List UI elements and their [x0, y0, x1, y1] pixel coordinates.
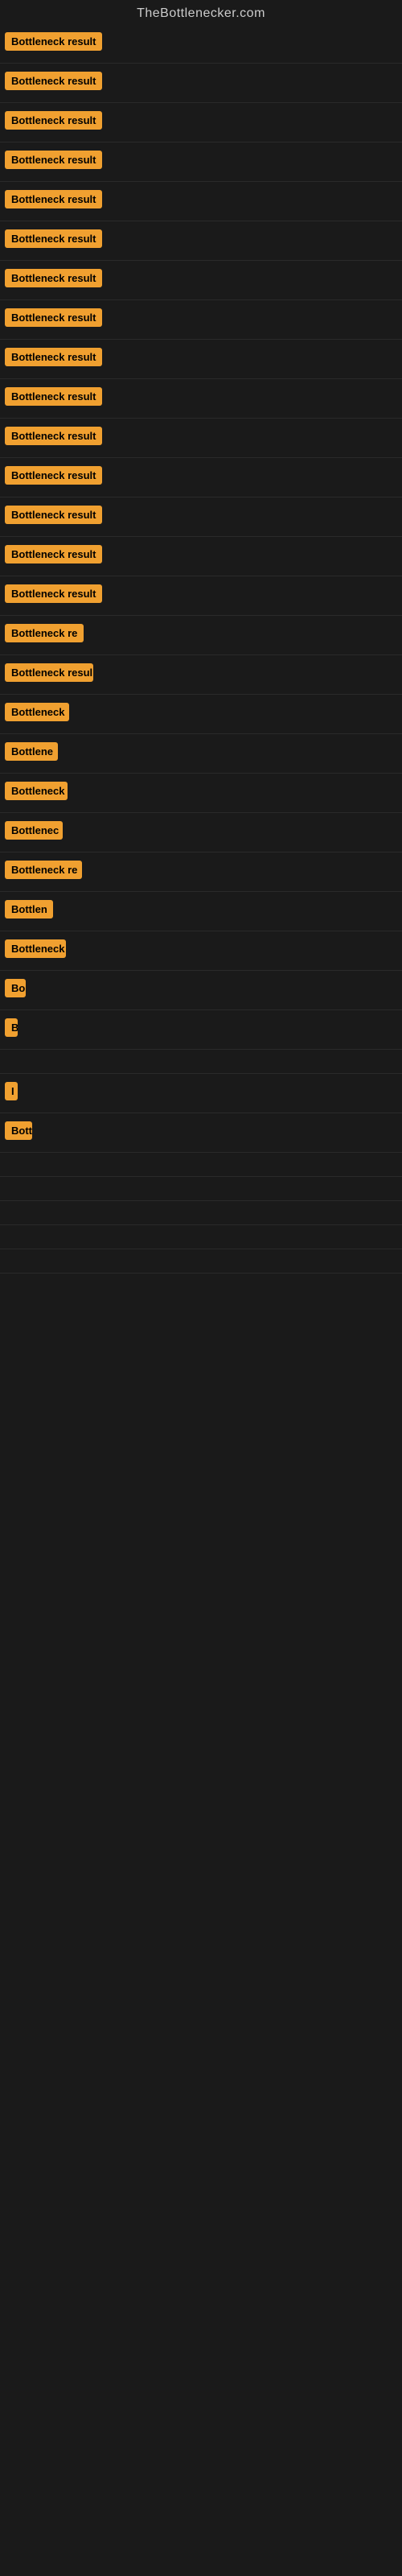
bottleneck-result-badge[interactable]: Bottleneck result: [5, 348, 102, 366]
list-item: Bottleneck result: [0, 497, 402, 537]
list-item: Bottlen: [0, 892, 402, 931]
list-item: Bottleneck result: [0, 142, 402, 182]
list-item: Bottleneck resul: [0, 655, 402, 695]
list-item: Bottlene: [0, 734, 402, 774]
bottleneck-result-badge[interactable]: Bottleneck re: [5, 624, 84, 642]
list-item: Bottleneck re: [0, 616, 402, 655]
rows-container: Bottleneck result Bottleneck result Bottle…: [0, 24, 402, 1274]
list-item: Bottlenec: [0, 813, 402, 852]
list-item: [0, 1249, 402, 1274]
list-item: B: [0, 1010, 402, 1050]
list-item: [0, 1225, 402, 1249]
list-item: [0, 1177, 402, 1201]
list-item: Bottleneck result: [0, 576, 402, 616]
bottleneck-result-badge[interactable]: Bottleneck result: [5, 72, 102, 90]
list-item: Bottleneck result: [0, 379, 402, 419]
bottleneck-result-badge[interactable]: Bottleneck result: [5, 229, 102, 248]
bottleneck-result-badge[interactable]: Bottleneck resul: [5, 663, 93, 682]
bottleneck-result-badge[interactable]: Bottleneck result: [5, 584, 102, 603]
bottleneck-result-badge[interactable]: Bottleneck result: [5, 32, 102, 51]
list-item: Bottleneck result: [0, 340, 402, 379]
bottleneck-result-badge[interactable]: Bottleneck re: [5, 861, 82, 879]
bottleneck-result-badge[interactable]: Bottlen: [5, 900, 53, 919]
bottleneck-result-badge[interactable]: Bottleneck result: [5, 545, 102, 564]
list-item: [0, 1050, 402, 1074]
list-item: [0, 1201, 402, 1225]
site-title: TheBottlenecker.com: [0, 0, 402, 24]
list-item: Bottleneck result: [0, 261, 402, 300]
bottleneck-result-badge[interactable]: Bottleneck: [5, 782, 68, 800]
list-item: [0, 1153, 402, 1177]
list-item: Bottleneck result: [0, 419, 402, 458]
bottleneck-result-badge[interactable]: Bottleneck result: [5, 466, 102, 485]
site-title-bar: TheBottlenecker.com: [0, 0, 402, 24]
bottleneck-result-badge[interactable]: Bottleneck result: [5, 387, 102, 406]
bottleneck-result-badge[interactable]: Bottleneck result: [5, 151, 102, 169]
list-item: Bottleneck result: [0, 458, 402, 497]
list-item: Bott: [0, 1113, 402, 1153]
bottleneck-result-badge[interactable]: Bottleneck result: [5, 427, 102, 445]
list-item: Bo: [0, 971, 402, 1010]
bottleneck-result-badge[interactable]: Bott: [5, 1121, 32, 1140]
bottleneck-result-badge[interactable]: Bottleneck result: [5, 111, 102, 130]
bottleneck-result-badge[interactable]: Bottleneck: [5, 939, 66, 958]
list-item: Bottleneck result: [0, 103, 402, 142]
bottleneck-result-badge[interactable]: I: [5, 1082, 18, 1100]
list-item: Bottleneck result: [0, 182, 402, 221]
bottleneck-result-badge[interactable]: Bo: [5, 979, 26, 997]
list-item: Bottleneck: [0, 931, 402, 971]
list-item: Bottleneck result: [0, 300, 402, 340]
bottleneck-result-badge[interactable]: Bottleneck result: [5, 269, 102, 287]
list-item: I: [0, 1074, 402, 1113]
list-item: Bottleneck: [0, 695, 402, 734]
list-item: Bottleneck result: [0, 537, 402, 576]
bottleneck-result-badge[interactable]: Bottleneck result: [5, 190, 102, 208]
list-item: Bottleneck result: [0, 24, 402, 64]
bottleneck-result-badge[interactable]: Bottleneck result: [5, 308, 102, 327]
bottleneck-result-badge[interactable]: Bottlenec: [5, 821, 63, 840]
bottleneck-result-badge[interactable]: Bottleneck: [5, 703, 69, 721]
list-item: Bottleneck result: [0, 221, 402, 261]
bottleneck-result-badge[interactable]: B: [5, 1018, 18, 1037]
list-item: Bottleneck re: [0, 852, 402, 892]
bottleneck-result-badge[interactable]: Bottleneck result: [5, 506, 102, 524]
list-item: Bottleneck result: [0, 64, 402, 103]
list-item: Bottleneck: [0, 774, 402, 813]
bottleneck-result-badge[interactable]: Bottlene: [5, 742, 58, 761]
